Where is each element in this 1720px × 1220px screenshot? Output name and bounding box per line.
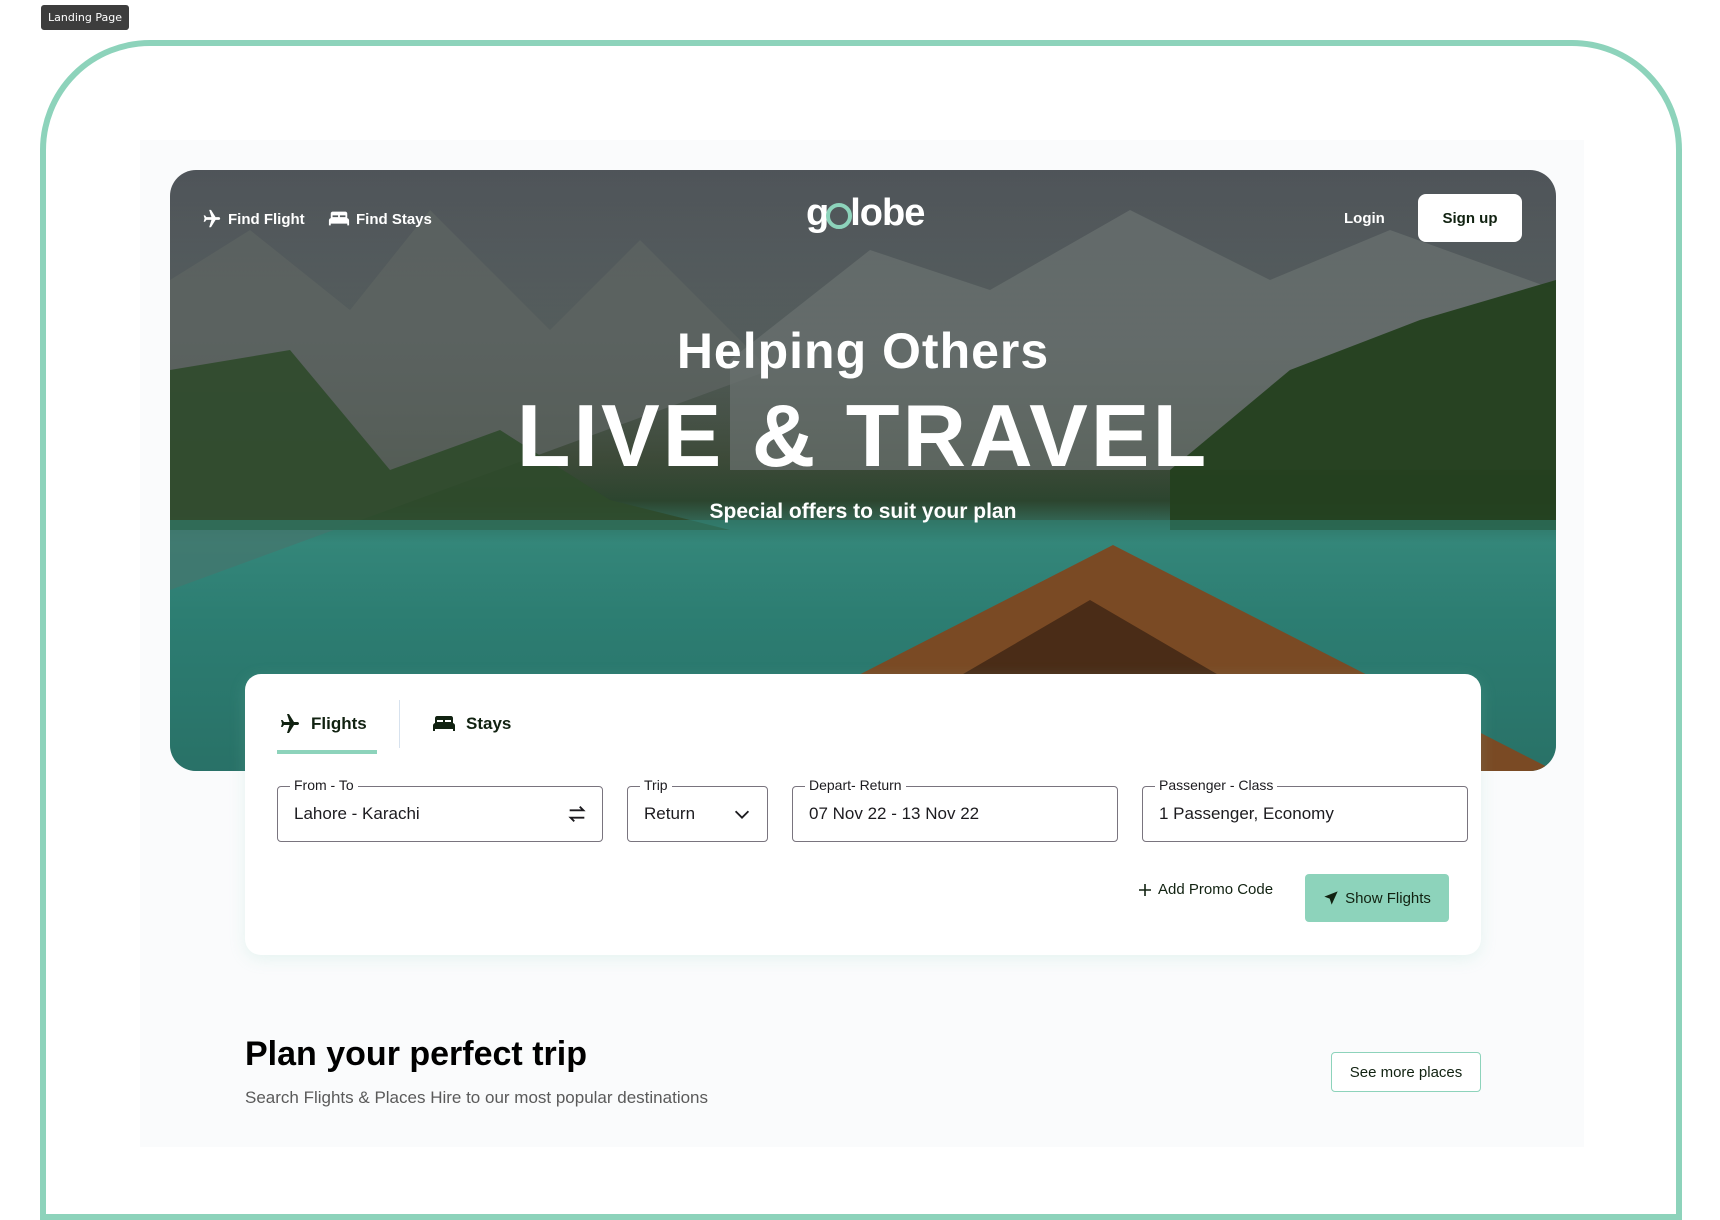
passenger-class-field[interactable]: Passenger - Class 1 Passenger, Economy — [1142, 777, 1468, 842]
chevron-down-icon — [734, 810, 750, 819]
airplane-icon — [203, 209, 221, 228]
logo-text-right: lobe — [850, 192, 925, 234]
trip-value: Return — [644, 804, 696, 823]
paper-plane-icon — [1324, 891, 1338, 905]
frame-label: Landing Page — [41, 5, 129, 30]
passenger-class-label: Passenger - Class — [1155, 777, 1278, 793]
tab-divider — [399, 700, 400, 748]
logo-mark-icon — [826, 203, 853, 229]
depart-return-field[interactable]: Depart- Return 07 Nov 22 - 13 Nov 22 — [792, 777, 1118, 842]
tab-flights-label: Flights — [311, 714, 367, 733]
search-tabs: Flights Stays — [277, 700, 511, 754]
plan-section-subtitle: Search Flights & Places Hire to our most… — [245, 1088, 709, 1107]
plus-icon — [1139, 883, 1151, 896]
tab-flights[interactable]: Flights — [277, 700, 379, 754]
add-promo-code-label: Add Promo Code — [1158, 881, 1274, 898]
bed-icon — [433, 716, 455, 731]
depart-return-value: 07 Nov 22 - 13 Nov 22 — [809, 804, 980, 823]
nav-find-stays-label: Find Stays — [356, 210, 432, 228]
hero-subtitle-top: Helping Others — [676, 323, 1050, 379]
nav-find-stays[interactable]: Find Stays — [328, 208, 432, 230]
bed-icon — [328, 211, 350, 226]
show-flights-label: Show Flights — [1345, 889, 1431, 907]
top-nav: Find Flight Find Stays g lobe Login Sign … — [170, 170, 1556, 270]
hero-tagline: Special offers to suit your plan — [709, 500, 1017, 523]
see-more-places-button[interactable]: See more places — [1331, 1052, 1481, 1092]
from-to-field[interactable]: From - To Lahore - Karachi — [277, 777, 603, 842]
tab-stays[interactable]: Stays — [432, 700, 511, 748]
add-promo-code-button[interactable]: Add Promo Code — [1138, 881, 1273, 898]
airplane-icon — [281, 714, 299, 733]
plan-section-title: Plan your perfect trip — [245, 1035, 587, 1073]
login-link[interactable]: Login — [1344, 210, 1385, 227]
nav-find-flight-label: Find Flight — [228, 210, 305, 228]
trip-select[interactable]: Trip Return — [627, 777, 768, 842]
swap-icon[interactable] — [566, 803, 588, 825]
tab-stays-label: Stays — [466, 714, 512, 733]
from-to-value: Lahore - Karachi — [294, 804, 420, 823]
hero-headline: LIVE & TRAVEL — [516, 386, 1210, 485]
flight-search-card: Flights Stays From - To Lahore - Karachi… — [245, 674, 1481, 955]
from-to-label: From - To — [290, 777, 358, 793]
passenger-class-value: 1 Passenger, Economy — [1159, 804, 1334, 823]
show-flights-button[interactable]: Show Flights — [1305, 874, 1449, 922]
nav-find-flight[interactable]: Find Flight — [200, 208, 305, 230]
logo-text-left: g — [806, 192, 829, 234]
depart-return-label: Depart- Return — [805, 777, 906, 793]
signup-button[interactable]: Sign up — [1418, 194, 1522, 242]
golobe-logo[interactable]: g lobe — [806, 192, 925, 235]
trip-label: Trip — [640, 777, 672, 793]
